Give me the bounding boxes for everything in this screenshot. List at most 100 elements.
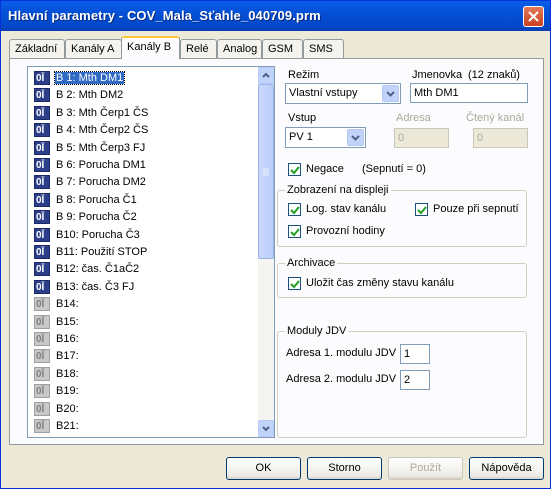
channel-list[interactable]: 0Ī B 1: Mth DM1 0Ī B 2: Mth DM2 0Ī B 3: Mth Č…	[27, 66, 275, 438]
chevron-down-icon	[386, 91, 395, 97]
channel-icon-glyph: 0Ī	[36, 281, 45, 293]
napoveda-button[interactable]: Nápověda	[469, 457, 544, 480]
jmenovka-input[interactable]: Mth DM1	[410, 83, 528, 103]
dropdown-arrow[interactable]	[347, 129, 364, 146]
channel-state-icon: 0Ī	[34, 245, 50, 259]
tab-kanaly-a[interactable]: Kanály A	[65, 39, 122, 58]
tab-label: Analog	[223, 43, 258, 55]
channel-label: B13: čas. Č3 FJ	[56, 280, 135, 293]
channel-icon-glyph: 0Ī	[36, 229, 45, 241]
adresa1-input[interactable]: 1	[400, 344, 430, 364]
tab-sms[interactable]: SMS	[303, 39, 344, 58]
pouzit-button[interactable]: Použít	[388, 457, 463, 480]
channel-label: B19:	[56, 385, 79, 398]
negace-note: (Sepnutí = 0)	[362, 163, 426, 175]
channel-label: B12: čas. Č1aČ2	[56, 263, 140, 276]
check-icon	[290, 228, 300, 237]
channel-state-icon: 0Ī	[34, 262, 50, 277]
channel-icon-glyph: 0Ī	[36, 299, 45, 311]
channel-state-icon: 0Ī	[34, 332, 50, 346]
scroll-down-button[interactable]	[258, 420, 274, 437]
storno-button[interactable]: Storno	[307, 457, 382, 480]
channel-label: B21:	[56, 420, 79, 432]
channel-label: B20:	[56, 402, 79, 415]
negace-checkbox[interactable]	[288, 163, 301, 176]
jmenovka-label: Jmenovka	[412, 69, 463, 81]
ulozit-label: Uložit čas změny stavu kanálu	[306, 277, 454, 289]
tab-zakladni[interactable]: Základní	[9, 39, 65, 58]
channel-icon-glyph: 0Ī	[36, 264, 45, 276]
channel-state-icon: 0Ī	[34, 158, 50, 172]
check-icon	[417, 206, 427, 215]
moduly-group: Moduly JDV Adresa 1. modulu JDV 1 Adresa…	[277, 325, 527, 438]
channel-icon-glyph: 0Ī	[36, 212, 45, 224]
tab-kanaly-b[interactable]: Kanály B	[121, 36, 180, 59]
channel-label: B10: Porucha Č3	[56, 228, 140, 241]
channel-icon-glyph: 0Ī	[36, 351, 45, 363]
channel-icon-glyph: 0Ī	[36, 194, 45, 206]
rezim-select[interactable]: Vlastní vstupy	[285, 83, 401, 104]
close-icon	[528, 11, 539, 22]
channel-state-icon: 0Ī	[34, 105, 50, 120]
vstup-label: Vstup	[288, 112, 317, 124]
zobrazeni-group: Zobrazení na displeji Log. stav kanálu P…	[277, 184, 527, 247]
title-bar[interactable]: Hlavní parametry - COV_Mala_Sťahle_04070…	[1, 1, 550, 31]
window-title: Hlavní parametry - COV_Mala_Sťahle_04070…	[8, 8, 321, 23]
tab-label: Relé	[186, 43, 209, 55]
adresa2-label: Adresa 2. modulu JDV	[286, 373, 397, 385]
close-button[interactable]	[523, 6, 544, 27]
provozni-checkbox[interactable]	[288, 225, 301, 238]
check-icon	[290, 206, 300, 215]
ulozit-checkbox[interactable]	[288, 277, 301, 290]
channel-icon-glyph: 0Ī	[36, 316, 45, 328]
channel-icon-glyph: 0Ī	[36, 386, 45, 398]
pouze-label: Pouze při sepnutí	[433, 203, 519, 215]
channel-label: B14:	[56, 298, 79, 311]
channel-label: B 4: Mth Čerp2 ČS	[56, 124, 149, 137]
ok-button[interactable]: OK	[226, 457, 301, 480]
channel-label: B 1: Mth DM1	[53, 71, 126, 85]
chevron-up-icon	[262, 72, 270, 78]
channel-icon-glyph: 0Ī	[36, 107, 45, 119]
provozni-label: Provozní hodiny	[306, 225, 385, 237]
negace-label: Negace	[306, 163, 344, 175]
archivace-title: Archivace	[285, 257, 338, 269]
tab-analog[interactable]: Analog	[217, 39, 262, 58]
channel-state-icon: 0Ī	[34, 419, 50, 433]
channel-label: B17:	[56, 350, 79, 363]
dialog-window: Hlavní parametry - COV_Mala_Sťahle_04070…	[0, 0, 551, 489]
adresa2-input[interactable]: 2	[400, 370, 430, 390]
scroll-up-button[interactable]	[258, 67, 274, 84]
channel-icon-glyph: 0Ī	[36, 142, 45, 154]
rezim-value: Vlastní vstupy	[289, 87, 358, 99]
tab-label: Základní	[15, 43, 58, 55]
pouze-checkbox[interactable]	[415, 203, 428, 216]
tab-label: Kanály A	[71, 43, 115, 55]
channel-label: B 3: Mth Čerp1 ČS	[56, 106, 149, 119]
check-icon	[290, 280, 300, 289]
log-stav-checkbox[interactable]	[288, 203, 301, 216]
list-scrollbar[interactable]	[258, 67, 274, 437]
scroll-thumb[interactable]	[258, 84, 274, 259]
tab-rele[interactable]: Relé	[180, 39, 217, 58]
tab-panel: 0Ī B 1: Mth DM1 0Ī B 2: Mth DM2 0Ī B 3: Mth Č…	[9, 58, 544, 445]
zobrazeni-title: Zobrazení na displeji	[285, 184, 391, 196]
channel-icon-glyph: 0Ī	[36, 90, 45, 102]
channel-label: B 9: Porucha Č2	[56, 211, 137, 224]
channel-state-icon: 0Ī	[34, 192, 50, 207]
chevron-down-icon	[351, 135, 360, 141]
adresa-input[interactable]: 0	[394, 128, 449, 148]
channel-state-icon: 0Ī	[34, 349, 50, 364]
vstup-select[interactable]: PV 1	[285, 127, 366, 148]
channel-state-icon: 0Ī	[34, 140, 50, 155]
moduly-title: Moduly JDV	[285, 325, 349, 337]
channel-label: B 8: Porucha Č1	[56, 193, 137, 206]
tab-gsm[interactable]: GSM	[262, 39, 303, 58]
channel-label: B18:	[56, 367, 79, 380]
channel-icon-glyph: 0Ī	[36, 403, 45, 415]
archivace-group: Archivace Uložit čas změny stavu kanálu	[277, 257, 527, 298]
dropdown-arrow[interactable]	[382, 85, 399, 102]
jmenovka-hint: (12 znaků)	[468, 69, 520, 81]
cteny-kanal-input[interactable]: 0	[473, 128, 528, 148]
channel-state-icon: 0Ī	[34, 88, 50, 103]
